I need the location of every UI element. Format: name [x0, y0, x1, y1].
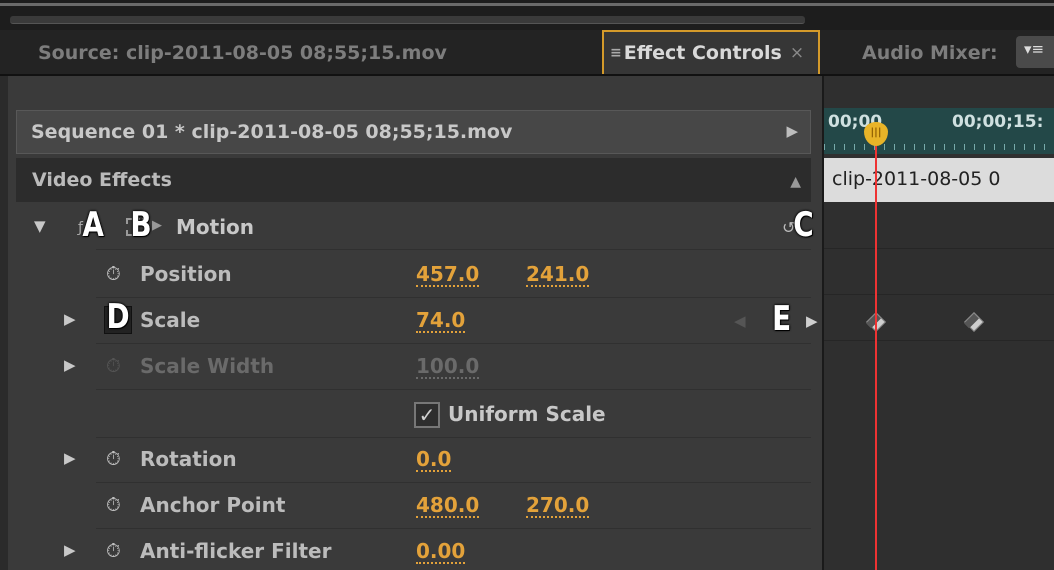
uniform-scale-row: ✓ Uniform Scale [16, 392, 811, 438]
expand-triangle-icon[interactable]: ▶ [64, 449, 76, 467]
callout-d: D [106, 297, 130, 337]
position-row: ⏱ Position 457.0 241.0 [16, 252, 811, 298]
ruler-time-mark: 00;00;15: [952, 112, 1044, 132]
top-divider [0, 3, 1054, 6]
show-timeline-arrow-icon[interactable]: ▶ [786, 122, 798, 140]
expand-triangle-icon[interactable]: ▶ [64, 310, 76, 328]
anti-flicker-value[interactable]: 0.00 [416, 540, 466, 564]
collapse-triangle-icon[interactable]: ▼ [34, 217, 46, 235]
sequence-bar: Sequence 01 * clip-2011-08-05 08;55;15.m… [16, 110, 811, 154]
anchor-point-row: ⏱ Anchor Point 480.0 270.0 [16, 483, 811, 529]
motion-label: Motion [176, 215, 255, 239]
close-icon[interactable]: × [790, 43, 804, 63]
tab-effect-controls[interactable]: ≡ Effect Controls × [602, 30, 820, 74]
previous-keyframe-icon[interactable]: ◀ [734, 312, 746, 330]
callout-e: E [772, 299, 792, 339]
playhead-line[interactable] [875, 134, 877, 570]
anchor-point-label: Anchor Point [140, 493, 286, 517]
expand-triangle-icon[interactable]: ▶ [64, 541, 76, 559]
stopwatch-icon[interactable]: ⏱ [106, 263, 121, 285]
scale-width-label: Scale Width [140, 354, 275, 378]
anti-flicker-row: ▶ ⏱ Anti-flicker Filter 0.00 [16, 529, 811, 570]
keyframe-timeline[interactable]: 00;00 00;00;15: clip-2011-08-05 0 ||| [822, 76, 1054, 570]
anti-flicker-label: Anti-flicker Filter [140, 539, 332, 563]
tab-source[interactable]: Source: clip-2011-08-05 08;55;15.mov [38, 30, 447, 76]
position-label: Position [140, 262, 232, 286]
callout-a: A [82, 205, 104, 245]
grip-icon[interactable]: ≡ [610, 45, 622, 61]
sequence-title: Sequence 01 * clip-2011-08-05 08;55;15.m… [31, 121, 513, 143]
motion-effect-row[interactable]: ▼ ƒ ▶ Motion ↺ A B C [16, 204, 814, 250]
video-effects-label: Video Effects [32, 169, 172, 191]
expand-triangle-icon[interactable]: ▶ [64, 356, 76, 374]
row-divider [96, 389, 811, 390]
timeline-row-divider [824, 294, 1054, 295]
next-keyframe-icon[interactable]: ▶ [806, 312, 818, 330]
stopwatch-icon[interactable]: ⏱ [106, 448, 121, 470]
scroll-up-icon[interactable]: ▲ [790, 174, 801, 190]
rotation-value[interactable]: 0.0 [416, 448, 452, 472]
panel-tab-bar: Source: clip-2011-08-05 08;55;15.mov ≡ E… [0, 30, 1054, 76]
rotation-row: ▶ ⏱ Rotation 0.0 [16, 437, 811, 483]
stopwatch-icon[interactable]: ⏱ [106, 540, 121, 562]
rotation-label: Rotation [140, 447, 237, 471]
effect-controls-panel: Sequence 01 * clip-2011-08-05 08;55;15.m… [8, 76, 822, 570]
scale-value[interactable]: 74.0 [416, 309, 466, 333]
position-y-value[interactable]: 241.0 [526, 263, 590, 287]
scale-row: ▶ Scale 74.0 ◀ ▶ D E [16, 297, 818, 344]
scale-width-row: ▶ ⏱ Scale Width 100.0 [16, 344, 811, 390]
callout-b: B [130, 205, 152, 245]
timeline-row-divider [824, 340, 1054, 341]
scale-label: Scale [140, 308, 201, 332]
horizontal-scrollbar[interactable] [10, 16, 805, 24]
video-effects-header: Video Effects ▲ [16, 158, 811, 202]
stopwatch-icon: ⏱ [106, 355, 121, 377]
tab-effect-controls-label: Effect Controls [623, 42, 782, 64]
clip-bar[interactable]: clip-2011-08-05 0 [824, 158, 1054, 202]
motion-arrow-icon: ▶ [152, 218, 162, 233]
uniform-scale-label: Uniform Scale [448, 402, 606, 426]
anchor-point-x-value[interactable]: 480.0 [416, 494, 480, 518]
window-top-strip [0, 0, 1054, 30]
scale-width-value: 100.0 [416, 354, 480, 379]
ruler-ticks [824, 144, 1054, 150]
tab-audio-mixer[interactable]: Audio Mixer: [862, 30, 998, 76]
time-ruler[interactable]: 00;00 00;00;15: [824, 108, 1054, 154]
callout-c: C [793, 205, 814, 245]
row-divider [96, 249, 811, 250]
uniform-scale-checkbox[interactable]: ✓ [414, 402, 440, 428]
position-x-value[interactable]: 457.0 [416, 263, 480, 287]
stopwatch-icon[interactable]: ⏱ [106, 494, 121, 516]
panel-menu-icon[interactable]: ▾≡ [1016, 36, 1054, 68]
keyframe-diamond[interactable] [964, 312, 984, 332]
anchor-point-y-value[interactable]: 270.0 [526, 494, 590, 518]
timeline-row-divider [824, 248, 1054, 249]
